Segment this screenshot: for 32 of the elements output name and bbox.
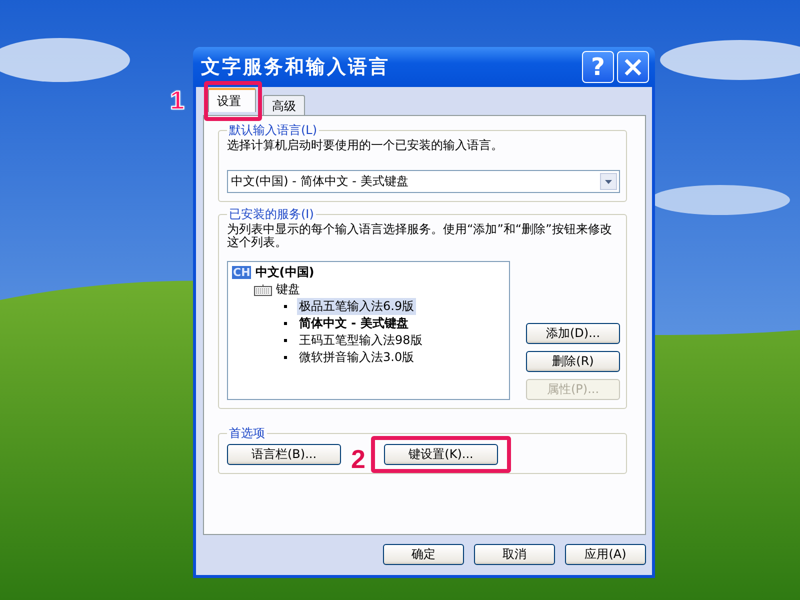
group-label: 已安装的服务(I) bbox=[228, 206, 315, 223]
description-text: 选择计算机启动时要使用的一个已安装的输入语言。 bbox=[227, 139, 504, 152]
tree-item[interactable]: 王码五笔型输入法98版 bbox=[297, 332, 424, 349]
dialog-button[interactable]: 取消 bbox=[474, 544, 555, 565]
dialog-button[interactable]: 应用(A) bbox=[565, 544, 646, 565]
bullet-icon bbox=[284, 339, 287, 342]
language-dropdown[interactable]: 中文(中国) - 简体中文 - 美式键盘 bbox=[227, 170, 620, 193]
service-button[interactable]: 添加(D)... bbox=[526, 323, 620, 344]
close-button[interactable]: × bbox=[617, 51, 649, 83]
bullet-icon bbox=[284, 322, 287, 325]
tree-item[interactable]: 简体中文 - 美式键盘 bbox=[297, 315, 410, 332]
tree-item[interactable]: 键盘 bbox=[276, 281, 300, 298]
key-settings-button[interactable]: 键设置(K)... bbox=[384, 444, 498, 465]
tree-item[interactable]: 微软拼音输入法3.0版 bbox=[297, 349, 416, 366]
description-text: 为列表中显示的每个输入语言选择服务。使用“添加”和“删除”按钮来修改这个列表。 bbox=[227, 223, 613, 249]
tab[interactable]: 设置 bbox=[208, 88, 256, 112]
keyboard-icon bbox=[254, 284, 272, 296]
bullet-icon bbox=[284, 305, 287, 308]
dialog-button[interactable]: 确定 bbox=[383, 544, 464, 565]
tree-item[interactable]: 极品五笔输入法6.9版 bbox=[297, 298, 416, 315]
language-badge: CH bbox=[232, 266, 252, 279]
tree-item[interactable]: 中文(中国) bbox=[255, 264, 314, 281]
help-button[interactable]: ? bbox=[582, 51, 614, 83]
group-label: 首选项 bbox=[228, 425, 266, 442]
step-number: 2 bbox=[351, 446, 366, 472]
service-button[interactable]: 删除(R) bbox=[526, 351, 620, 372]
window-title: 文字服务和输入语言 bbox=[201, 55, 390, 80]
language-bar-button[interactable]: 语言栏(B)... bbox=[227, 444, 341, 465]
bullet-icon bbox=[284, 356, 287, 359]
step-number: 1 bbox=[170, 87, 184, 113]
group-label: 默认输入语言(L) bbox=[228, 122, 318, 139]
tab[interactable]: 高级 bbox=[263, 95, 305, 115]
